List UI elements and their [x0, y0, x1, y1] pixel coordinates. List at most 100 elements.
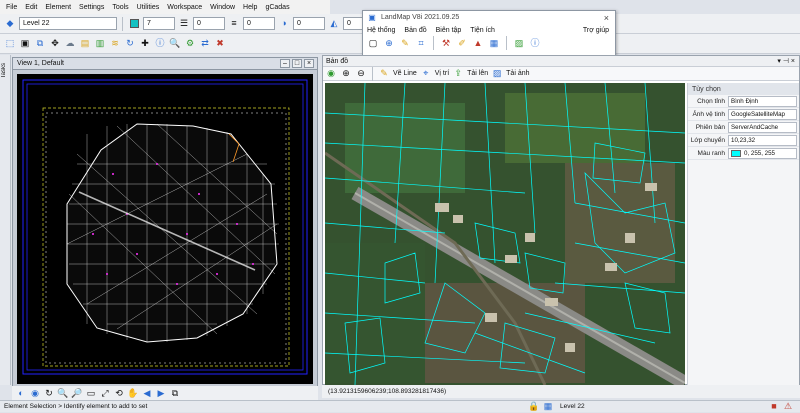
- move-icon[interactable]: ✥: [49, 38, 61, 50]
- map-zoom-out-icon[interactable]: ⊖: [355, 68, 367, 80]
- color-combo[interactable]: 7: [143, 17, 175, 30]
- menu-workspace[interactable]: Workspace: [167, 4, 202, 11]
- status-lock-icon[interactable]: 🔒: [528, 401, 540, 413]
- province-row: Chọn tỉnh Bình Định: [688, 95, 799, 108]
- map-refresh-icon[interactable]: ◉: [325, 68, 337, 80]
- menu-file[interactable]: File: [6, 4, 17, 11]
- map-panel-close-button[interactable]: ▾ ⊣ ×: [777, 57, 795, 65]
- coordinate-bar: (13.9213159606239;108.893281817436): [322, 385, 800, 398]
- view-minimize-button[interactable]: –: [280, 59, 290, 68]
- location-icon[interactable]: ⌖: [420, 68, 432, 80]
- element-selection-icon[interactable]: ⬚: [4, 38, 16, 50]
- landmap-pencil-icon[interactable]: ✎: [399, 37, 411, 49]
- landmap-close-button[interactable]: ×: [604, 13, 609, 23]
- attach-icon[interactable]: ▥: [94, 38, 106, 50]
- landmap-title: LandMap V8i 2021.09.25: [381, 14, 460, 21]
- transparency-combo[interactable]: 0: [293, 17, 325, 30]
- window-area-icon[interactable]: ▭: [85, 387, 97, 399]
- landmap-menu-bien-tap[interactable]: Biên tập: [436, 27, 462, 34]
- weight-combo[interactable]: 0: [243, 17, 275, 30]
- layer-icon[interactable]: ◆: [4, 18, 16, 30]
- update-view-icon[interactable]: ↻: [43, 387, 55, 399]
- border-color-field[interactable]: 0, 255, 255: [728, 147, 797, 159]
- fit-view-icon[interactable]: ⤢: [99, 387, 111, 399]
- pan-view-icon[interactable]: ✋: [127, 387, 139, 399]
- draw-line-button[interactable]: Vẽ Line: [393, 70, 417, 77]
- zoom-out-icon[interactable]: 🔎: [71, 387, 83, 399]
- delete-icon[interactable]: ✖: [214, 38, 226, 50]
- landmap-target-icon[interactable]: ⊕: [383, 37, 395, 49]
- landmap-tools-icon[interactable]: ⚒: [440, 37, 452, 49]
- menu-element[interactable]: Element: [45, 4, 71, 11]
- style-combo[interactable]: 0: [193, 17, 225, 30]
- transparency-icon[interactable]: ◑: [278, 18, 290, 30]
- download-image-button[interactable]: Tải ảnh: [506, 70, 529, 77]
- layers-icon[interactable]: ≋: [109, 38, 121, 50]
- view-previous-icon[interactable]: ◀: [141, 387, 153, 399]
- view-attributes-icon[interactable]: ◐: [15, 387, 27, 399]
- view-window: View 1, Default – □ ×: [12, 57, 318, 387]
- cad-drawing: [22, 79, 308, 375]
- status-message-icon[interactable]: ■: [768, 401, 780, 413]
- download-image-icon[interactable]: ▨: [491, 68, 503, 80]
- landmap-table-icon[interactable]: ▦: [488, 37, 500, 49]
- priority-icon[interactable]: ◭: [328, 18, 340, 30]
- version-field[interactable]: ServerAndCache: [728, 121, 797, 133]
- copy-view-icon[interactable]: ⧉: [169, 387, 181, 399]
- info-icon[interactable]: ⓘ: [154, 38, 166, 50]
- landmap-edit-icon[interactable]: ✐: [456, 37, 468, 49]
- drawing-canvas[interactable]: [17, 74, 313, 384]
- measure-icon[interactable]: ✚: [139, 38, 151, 50]
- menu-gcadas[interactable]: gCadas: [265, 4, 289, 11]
- zoom-in-icon[interactable]: 🔍: [57, 387, 69, 399]
- rotate-icon[interactable]: ↻: [124, 38, 136, 50]
- draw-line-icon[interactable]: ✎: [378, 68, 390, 80]
- line-style-icon[interactable]: ☰: [178, 18, 190, 30]
- border-color-row: Màu ranh 0, 255, 255: [688, 147, 799, 160]
- menu-help[interactable]: Help: [243, 4, 257, 11]
- landmap-info-icon[interactable]: ⓘ: [529, 37, 541, 49]
- transfer-layer-field[interactable]: 10,23,32: [728, 134, 797, 146]
- line-weight-icon[interactable]: ≡: [228, 18, 240, 30]
- menu-settings[interactable]: Settings: [79, 4, 104, 11]
- location-button[interactable]: Vị trí: [435, 70, 449, 77]
- copy-icon[interactable]: ⧉: [34, 38, 46, 50]
- zoom-folder-icon[interactable]: 🔍: [169, 38, 181, 50]
- landmap-new-icon[interactable]: ▢: [367, 37, 379, 49]
- province-select[interactable]: Bình Định: [728, 95, 797, 107]
- analyze-icon[interactable]: ⚙: [184, 38, 196, 50]
- color-swatch-icon[interactable]: [128, 18, 140, 30]
- upload-icon[interactable]: ⇪: [452, 68, 464, 80]
- status-snap-icon[interactable]: ▦: [542, 401, 554, 413]
- satellite-map[interactable]: [325, 83, 685, 385]
- landmap-select-icon[interactable]: ⌗: [415, 37, 427, 49]
- status-alert-icon[interactable]: ⚠: [782, 401, 794, 413]
- display-style-icon[interactable]: ◉: [29, 387, 41, 399]
- compare-icon[interactable]: ⇄: [199, 38, 211, 50]
- image-icon[interactable]: ▤: [79, 38, 91, 50]
- map-zoom-in-icon[interactable]: ⊕: [340, 68, 352, 80]
- landmap-menu-ban-do[interactable]: Bản đồ: [404, 27, 426, 34]
- rotate-view-icon[interactable]: ⟲: [113, 387, 125, 399]
- view-maximize-button[interactable]: □: [292, 59, 302, 68]
- border-color-swatch: [731, 149, 741, 157]
- map-toolbar: ◉ ⊕ ⊖ ✎ Vẽ Line ⌖ Vị trí ⇪ Tải lên ▨ Tải…: [323, 66, 799, 81]
- landmap-image-icon[interactable]: ▨: [513, 37, 525, 49]
- status-message: Element Selection > Identify element to …: [4, 403, 148, 410]
- menu-edit[interactable]: Edit: [25, 4, 37, 11]
- landmap-menu-tien-ich[interactable]: Tiện ích: [470, 27, 495, 34]
- landmap-stamp-icon[interactable]: ▲: [472, 37, 484, 49]
- fence-icon[interactable]: ▣: [19, 38, 31, 50]
- upload-button[interactable]: Tải lên: [467, 70, 488, 77]
- satellite-select[interactable]: GoogleSatelliteMap: [728, 108, 797, 120]
- view-close-button[interactable]: ×: [304, 59, 314, 68]
- cloud-icon[interactable]: ☁: [64, 38, 76, 50]
- menu-tools[interactable]: Tools: [112, 4, 128, 11]
- landmap-menu-tro-giup[interactable]: Trợ giúp: [583, 27, 609, 34]
- view-next-icon[interactable]: ▶: [155, 387, 167, 399]
- menu-utilities[interactable]: Utilities: [137, 4, 160, 11]
- menu-window[interactable]: Window: [210, 4, 235, 11]
- tasks-sidebar[interactable]: Tasks: [0, 55, 11, 385]
- level-combo[interactable]: Level 22: [19, 17, 117, 30]
- landmap-menu-he-thong[interactable]: Hệ thống: [367, 27, 395, 34]
